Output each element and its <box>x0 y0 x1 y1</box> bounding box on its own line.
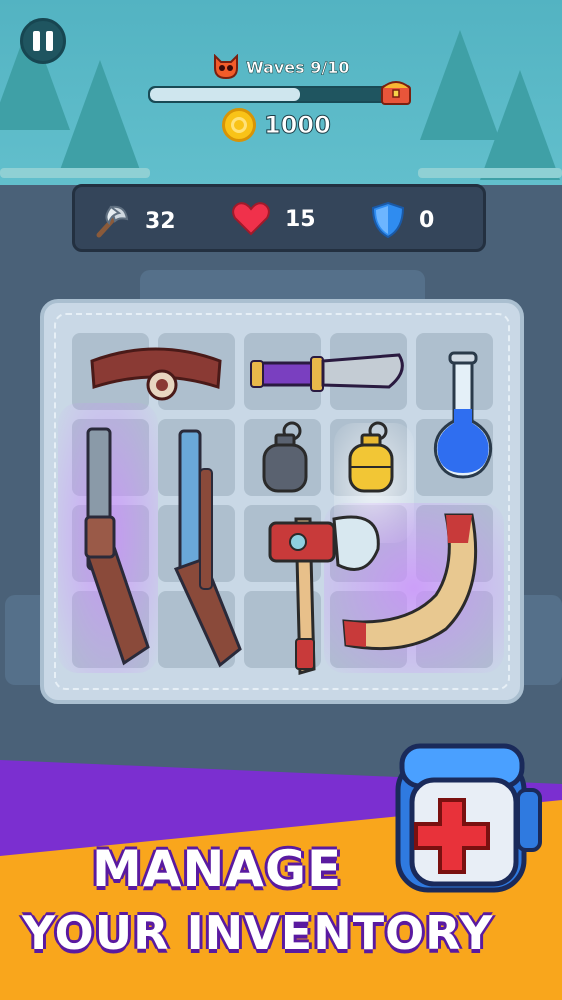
shield-value: 0 <box>419 207 435 233</box>
grenade-item[interactable] <box>258 421 312 493</box>
coin-icon <box>222 108 256 142</box>
backpack-icon <box>395 743 542 893</box>
wave-progress-fill <box>150 88 300 101</box>
attack-value: 32 <box>145 208 176 234</box>
coin-value: 1000 <box>264 111 332 140</box>
potion-item[interactable] <box>428 351 498 481</box>
shotgun-item[interactable] <box>74 427 164 667</box>
banner-line-2: YOUR INVENTORY <box>22 906 494 960</box>
shield-icon <box>371 201 405 239</box>
shield-stat: 0 <box>371 201 434 239</box>
fence <box>0 168 150 178</box>
wave-label: Waves 9/10 <box>246 57 350 77</box>
demon-skull-icon <box>214 54 238 80</box>
banner-line-1: MANAGE <box>92 840 343 898</box>
wave-progress-bar <box>148 86 402 103</box>
axe-icon <box>96 205 129 238</box>
gold-grenade-item[interactable] <box>344 421 398 493</box>
heart-icon <box>232 202 270 236</box>
wave-indicator: Waves 9/10 <box>212 54 350 80</box>
fence <box>418 168 562 178</box>
pause-icon <box>33 31 40 51</box>
belt-item[interactable] <box>86 341 226 407</box>
stats-bar: 32 15 0 <box>72 184 486 252</box>
rifle-item[interactable] <box>160 429 250 669</box>
attack-stat: 32 <box>91 201 176 241</box>
pause-button[interactable] <box>20 18 66 64</box>
tree-decoration <box>480 70 560 180</box>
knife-item[interactable] <box>249 351 409 397</box>
health-stat: 15 <box>231 201 316 237</box>
treasure-chest-icon <box>381 81 411 105</box>
inventory-panel <box>40 299 524 704</box>
coin-counter: 1000 <box>222 108 331 142</box>
tree-decoration <box>60 60 140 170</box>
boomerang-item[interactable] <box>336 509 496 659</box>
health-value: 15 <box>285 206 316 232</box>
